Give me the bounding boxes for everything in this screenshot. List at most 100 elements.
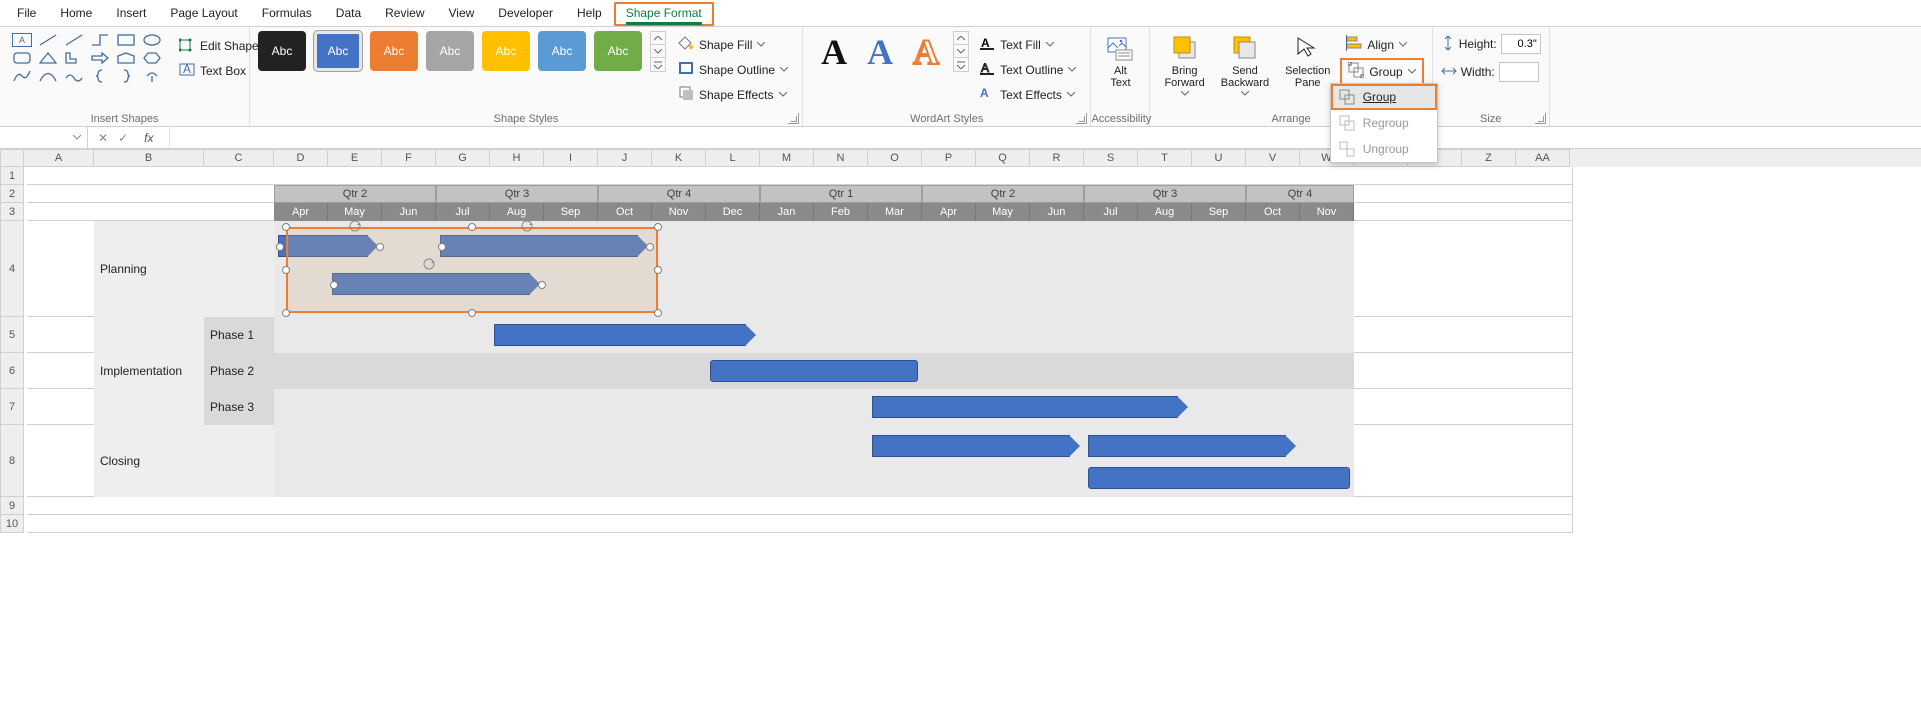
oval-icon[interactable]: [142, 33, 162, 47]
line-icon[interactable]: [64, 33, 84, 47]
style-gallery-spinner[interactable]: [650, 31, 666, 72]
l-shape-icon[interactable]: [64, 51, 84, 65]
enter-icon[interactable]: ✓: [118, 131, 128, 145]
group-menu-regroup[interactable]: Regroup: [1331, 110, 1437, 136]
arrow-right-icon[interactable]: [90, 51, 110, 65]
wordart-gallery-spinner[interactable]: [953, 31, 969, 72]
triangle-icon[interactable]: [38, 51, 58, 65]
selection-handle[interactable]: [468, 223, 476, 231]
style-tile-gray[interactable]: Abc: [426, 31, 474, 71]
selection-handle[interactable]: [538, 281, 546, 289]
curve-icon[interactable]: [12, 69, 32, 83]
selection-handle[interactable]: [646, 243, 654, 251]
group-menu-ungroup[interactable]: Ungroup: [1331, 136, 1437, 162]
rotation-handle[interactable]: [348, 219, 362, 233]
group-label-wordart: WordArt Styles: [803, 113, 1090, 125]
tab-shape-format[interactable]: Shape Format: [614, 2, 714, 26]
shape-effects-button[interactable]: Shape Effects: [672, 83, 794, 106]
spreadsheet-grid[interactable]: ABCDEFGHIJKLMNOPQRSTUVWXYZAA 12345678910…: [0, 149, 1921, 533]
text-outline-button[interactable]: A Text Outline: [973, 58, 1082, 81]
selection-handle[interactable]: [654, 309, 662, 317]
brace-left-icon[interactable]: [90, 69, 110, 83]
style-tile-black[interactable]: Abc: [258, 31, 306, 71]
textbox-shape-icon[interactable]: A: [12, 33, 32, 47]
wordart-gallery[interactable]: A A A: [811, 31, 949, 73]
tab-insert[interactable]: Insert: [104, 2, 158, 26]
gantt-arrow[interactable]: [872, 435, 1070, 457]
text-fill-button[interactable]: A Text Fill: [973, 33, 1082, 56]
tab-developer[interactable]: Developer: [486, 2, 565, 26]
tab-data[interactable]: Data: [324, 2, 373, 26]
send-backward-button[interactable]: Send Backward: [1215, 31, 1275, 98]
shape-gallery[interactable]: A: [8, 31, 166, 85]
gallery-up-icon[interactable]: [651, 32, 665, 45]
selection-handle[interactable]: [282, 309, 290, 317]
tab-formulas[interactable]: Formulas: [250, 2, 324, 26]
style-tile-blue[interactable]: Abc: [314, 31, 362, 71]
roundrect-icon[interactable]: [12, 51, 32, 65]
gallery-more-icon[interactable]: [651, 58, 665, 71]
rotation-handle[interactable]: [422, 257, 436, 271]
wordart-dialog-launcher[interactable]: [1076, 113, 1087, 124]
group-menu-group[interactable]: Group: [1331, 84, 1437, 110]
gantt-arrow[interactable]: [872, 396, 1178, 418]
width-input[interactable]: [1499, 62, 1539, 82]
selection-handle[interactable]: [282, 266, 290, 274]
name-box[interactable]: [0, 127, 88, 148]
selection-handle[interactable]: [330, 281, 338, 289]
gantt-arrow[interactable]: [1088, 435, 1286, 457]
style-tile-yellow[interactable]: Abc: [482, 31, 530, 71]
selection-handle[interactable]: [376, 243, 384, 251]
tab-review[interactable]: Review: [373, 2, 436, 26]
fx-icon[interactable]: fx: [138, 131, 159, 145]
cancel-icon[interactable]: ✕: [98, 131, 108, 145]
selection-handle[interactable]: [468, 309, 476, 317]
selection-handle[interactable]: [654, 223, 662, 231]
wordart-black[interactable]: A: [821, 31, 847, 73]
selection-pane-button[interactable]: Selection Pane: [1279, 31, 1336, 91]
style-tile-green[interactable]: Abc: [594, 31, 642, 71]
selection-handle[interactable]: [438, 243, 446, 251]
selection-handle[interactable]: [276, 243, 284, 251]
chevron-down-icon[interactable]: [73, 135, 81, 140]
wave-icon[interactable]: [64, 69, 84, 83]
more-icon[interactable]: [142, 69, 162, 83]
tab-home[interactable]: Home: [48, 2, 104, 26]
selection-handle[interactable]: [654, 266, 662, 274]
shape-styles-dialog-launcher[interactable]: [788, 113, 799, 124]
rect-icon[interactable]: [116, 33, 136, 47]
tab-help[interactable]: Help: [565, 2, 614, 26]
shape-selection[interactable]: [286, 227, 658, 313]
wordart-orange[interactable]: A: [913, 31, 939, 73]
line-icon[interactable]: [38, 33, 58, 47]
shape-fill-button[interactable]: Shape Fill: [672, 33, 794, 56]
hexagon-icon[interactable]: [142, 51, 162, 65]
align-button[interactable]: Align: [1340, 33, 1423, 56]
shape-style-gallery[interactable]: Abc Abc Abc Abc Abc Abc Abc: [258, 31, 666, 72]
shape-outline-button[interactable]: Shape Outline: [672, 58, 794, 81]
tab-page-layout[interactable]: Page Layout: [158, 2, 249, 26]
style-tile-orange[interactable]: Abc: [370, 31, 418, 71]
size-dialog-launcher[interactable]: [1535, 113, 1546, 124]
text-effects-icon: A: [979, 85, 995, 104]
gallery-down-icon[interactable]: [651, 45, 665, 58]
text-effects-button[interactable]: A Text Effects: [973, 83, 1082, 106]
selection-handle[interactable]: [282, 223, 290, 231]
wordart-blue[interactable]: A: [867, 31, 893, 73]
brace-right-icon[interactable]: [116, 69, 136, 83]
tab-file[interactable]: File: [5, 2, 48, 26]
rotation-handle[interactable]: [520, 219, 534, 233]
month-header: Jan: [760, 203, 814, 221]
gantt-arrow[interactable]: [494, 324, 746, 346]
bring-forward-button[interactable]: Bring Forward: [1158, 31, 1210, 98]
tab-view[interactable]: View: [437, 2, 487, 26]
gantt-bar[interactable]: [710, 360, 918, 382]
connector-icon[interactable]: [90, 33, 110, 47]
pentagon-up-icon[interactable]: [116, 51, 136, 65]
height-input[interactable]: [1501, 34, 1541, 54]
group-button[interactable]: Group: [1340, 58, 1423, 85]
gantt-bar[interactable]: [1088, 467, 1350, 489]
arc-icon[interactable]: [38, 69, 58, 83]
style-tile-ltblue[interactable]: Abc: [538, 31, 586, 71]
alt-text-button[interactable]: Alt Text: [1099, 31, 1141, 91]
